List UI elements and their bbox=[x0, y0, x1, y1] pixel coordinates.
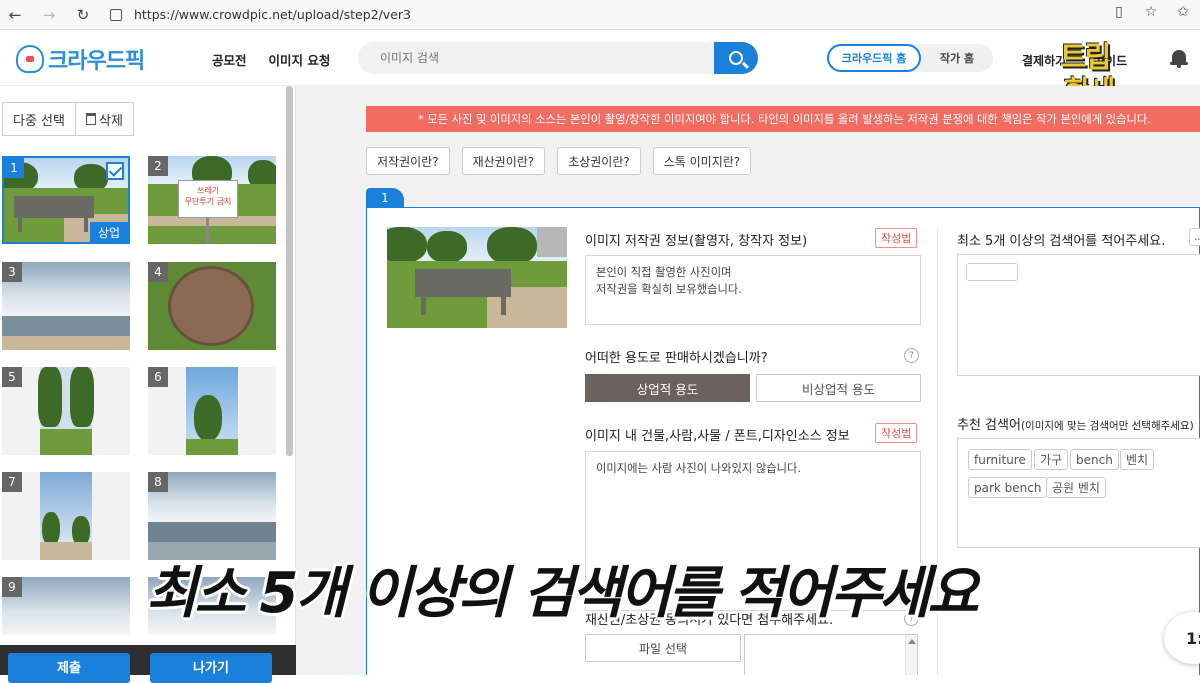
what-is-stock-image-button[interactable]: 스톡 이미지란? bbox=[652, 147, 752, 175]
nav-image-request[interactable]: 이미지 요청 bbox=[269, 50, 331, 69]
keyword-chip[interactable]: bench bbox=[1070, 449, 1119, 470]
url-text: https://www.crowdpic.net/upload/step2/ve… bbox=[134, 7, 411, 22]
thumbnail-item[interactable]: 1 상업 bbox=[2, 156, 130, 244]
keyword-chip[interactable]: furniture bbox=[968, 449, 1032, 470]
reader-mode-icon[interactable]: ▯ bbox=[1108, 4, 1130, 20]
left-scrollbar[interactable] bbox=[286, 86, 293, 456]
exit-button[interactable]: 나가기 bbox=[150, 653, 272, 683]
thumbnail-item[interactable]: 9 bbox=[2, 577, 130, 635]
usage-question: 어떠한 용도로 판매하시겠습니까? bbox=[585, 351, 768, 366]
building-info-label: 이미지 내 건물,사람,사물 / 폰트,디자인소스 정보 bbox=[585, 429, 850, 444]
address-bar[interactable]: https://www.crowdpic.net/upload/step2/ve… bbox=[110, 7, 411, 22]
main-nav: 공모전 이미지 요청 bbox=[212, 50, 330, 69]
logo[interactable]: 크라우드픽 bbox=[16, 43, 145, 75]
recommended-keywords-box: furniture 가구 bench 벤치 park bench 공원 벤치 bbox=[957, 438, 1200, 548]
what-is-property-right-button[interactable]: 재산권이란? bbox=[461, 147, 546, 175]
thumbnail-number: 2 bbox=[148, 156, 168, 176]
attached-file-list bbox=[744, 634, 918, 675]
copyright-notice: * 모든 사진 및 이미지의 소스는 본인이 촬영/창작한 이미지여야 합니다.… bbox=[366, 106, 1200, 132]
trash-icon bbox=[85, 113, 96, 125]
watermark-line1: 트립 bbox=[1060, 40, 1111, 74]
thumbnail-item[interactable]: 6 bbox=[148, 367, 276, 455]
thumbnail-item[interactable]: 5 bbox=[2, 367, 130, 455]
copyright-info-textarea[interactable]: 본인이 직접 촬영한 사진이며 저작권을 확실히 보유했습니다. bbox=[585, 255, 921, 325]
usage-help-icon[interactable]: ? bbox=[904, 348, 919, 363]
delete-button[interactable]: 삭제 bbox=[75, 102, 134, 136]
what-is-copyright-button[interactable]: 저작권이란? bbox=[366, 147, 450, 175]
building-guide-badge[interactable]: 작성법 bbox=[875, 423, 918, 443]
lock-icon bbox=[110, 8, 122, 21]
thumbnail-item[interactable]: 2 쓰레기 무단투기 금지 bbox=[148, 156, 276, 244]
search-bar bbox=[358, 42, 758, 74]
thumbnail-item[interactable]: 7 bbox=[2, 472, 130, 560]
search-button[interactable] bbox=[714, 42, 758, 74]
keyword-chip[interactable]: park bench bbox=[968, 477, 1048, 498]
home-toggle: 크라우드픽 홈 작가 홈 bbox=[827, 44, 993, 72]
thumbnail-number: 4 bbox=[148, 262, 168, 282]
thumbnail-item[interactable]: 8 bbox=[148, 472, 276, 560]
browser-actions: ▯ ☆ ✩ bbox=[1108, 4, 1194, 20]
more-options-button[interactable]: ... bbox=[1189, 228, 1200, 246]
what-is-portrait-right-button[interactable]: 초상권이란? bbox=[557, 147, 641, 175]
logo-icon bbox=[16, 45, 44, 73]
keywords-label: 최소 5개 이상의 검색어를 적어주세요. bbox=[957, 234, 1166, 249]
thumbnail-number: 1 bbox=[4, 158, 24, 178]
copyright-guide-badge[interactable]: 작성법 bbox=[875, 228, 918, 248]
browser-toolbar: ← → ↻ https://www.crowdpic.net/upload/st… bbox=[0, 0, 1200, 30]
delete-label: 삭제 bbox=[98, 113, 123, 129]
submit-button[interactable]: 제출 bbox=[8, 653, 130, 683]
commercial-usage-button[interactable]: 상업적 용도 bbox=[585, 374, 750, 402]
recommended-subtitle: (이미지에 맞는 검색어만 선택해주세요) bbox=[1020, 420, 1194, 432]
keyword-input[interactable] bbox=[966, 263, 1018, 281]
keywords-input-box[interactable] bbox=[957, 254, 1200, 376]
bottom-action-bar: 제출 나가기 bbox=[0, 645, 296, 683]
thumbnail-item[interactable]: 3 bbox=[2, 262, 130, 350]
help-buttons: 저작권이란? 재산권이란? 초상권이란? 스톡 이미지란? bbox=[366, 147, 752, 175]
keyword-chip[interactable]: 벤치 bbox=[1120, 449, 1155, 470]
file-select-button[interactable]: 파일 선택 bbox=[585, 634, 741, 662]
multi-select-button[interactable]: 다중 선택 bbox=[2, 102, 76, 136]
forward-icon[interactable]: → bbox=[36, 2, 62, 28]
thumbnail-item[interactable]: 4 bbox=[148, 262, 276, 350]
thumbnail-number: 8 bbox=[148, 472, 168, 492]
noncommercial-usage-button[interactable]: 비상업적 용도 bbox=[756, 374, 921, 402]
commercial-tag: 상업 bbox=[90, 222, 128, 242]
recommended-title: 추천 검색어 bbox=[957, 418, 1021, 433]
toggle-artist-home[interactable]: 작가 홈 bbox=[921, 50, 993, 66]
image-card-tab[interactable]: 1 bbox=[366, 188, 404, 208]
reload-icon[interactable]: ↻ bbox=[70, 2, 96, 28]
back-icon[interactable]: ← bbox=[2, 2, 28, 28]
thumbnail-number: 3 bbox=[2, 262, 22, 282]
site-header: 크라우드픽 공모전 이미지 요청 크라우드픽 홈 작가 홈 결제하기 가이드 bbox=[0, 30, 1200, 86]
thumbnail-number: 9 bbox=[2, 577, 22, 597]
copyright-info-label: 이미지 저작권 정보(촬영자, 창작자 정보) bbox=[585, 234, 808, 249]
checkbox-icon[interactable] bbox=[106, 162, 124, 180]
favorite-icon[interactable]: ☆ bbox=[1140, 4, 1162, 20]
favorites-bar-icon[interactable]: ✩ bbox=[1172, 4, 1194, 20]
keyword-chip[interactable]: 가구 bbox=[1034, 449, 1069, 470]
logo-text: 크라우드픽 bbox=[48, 49, 145, 74]
left-toolbar: 다중 선택 삭제 bbox=[2, 102, 134, 136]
keyword-chip[interactable]: 공원 벤치 bbox=[1046, 477, 1106, 498]
recommended-keywords-label: 추천 검색어(이미지에 맞는 검색어만 선택해주세요) bbox=[957, 414, 1194, 433]
bell-icon[interactable] bbox=[1170, 48, 1188, 68]
toggle-crowdpic-home[interactable]: 크라우드픽 홈 bbox=[827, 44, 921, 72]
nav-contest[interactable]: 공모전 bbox=[212, 50, 247, 69]
search-input[interactable] bbox=[358, 42, 698, 74]
search-icon bbox=[729, 51, 743, 65]
sign-board: 쓰레기 무단투기 금지 bbox=[178, 180, 238, 218]
thumbnail-number: 6 bbox=[148, 367, 168, 387]
thumbnail-number: 5 bbox=[2, 367, 22, 387]
thumbnail-number: 7 bbox=[2, 472, 22, 492]
selected-image-preview bbox=[387, 227, 567, 328]
video-subtitle: 최소 5개 이상의 검색어를 적어주세요 bbox=[146, 561, 979, 626]
file-list-scrollbar[interactable] bbox=[905, 635, 917, 675]
